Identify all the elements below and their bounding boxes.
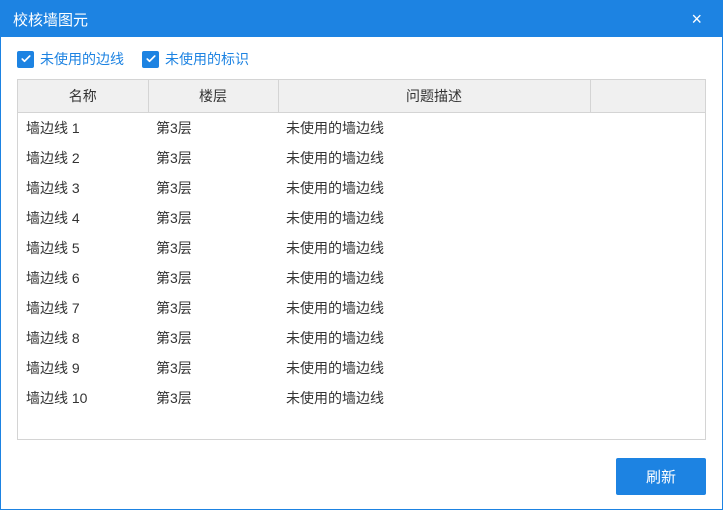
cell-name: 墙边线 7	[18, 293, 148, 323]
cell-issue: 未使用的墙边线	[278, 323, 590, 353]
table-row[interactable]: 墙边线 4第3层未使用的墙边线	[18, 203, 705, 233]
cell-issue: 未使用的墙边线	[278, 353, 590, 383]
cell-floor: 第3层	[148, 383, 278, 413]
cell-extra	[590, 323, 705, 353]
close-icon[interactable]: ×	[683, 6, 710, 32]
cell-issue: 未使用的墙边线	[278, 173, 590, 203]
checkbox-unused-edge[interactable]: 未使用的边线	[17, 49, 124, 69]
checkbox-label-unused-mark: 未使用的标识	[165, 49, 249, 69]
col-header-extra[interactable]	[590, 80, 705, 113]
footer: 刷新	[1, 448, 722, 509]
cell-issue: 未使用的墙边线	[278, 383, 590, 413]
table-row[interactable]: 墙边线 9第3层未使用的墙边线	[18, 353, 705, 383]
cell-floor: 第3层	[148, 143, 278, 173]
window-title: 校核墙图元	[13, 9, 88, 30]
cell-floor: 第3层	[148, 233, 278, 263]
cell-issue: 未使用的墙边线	[278, 113, 590, 144]
table-row[interactable]: 墙边线 1第3层未使用的墙边线	[18, 113, 705, 144]
cell-floor: 第3层	[148, 203, 278, 233]
cell-extra	[590, 173, 705, 203]
cell-floor: 第3层	[148, 173, 278, 203]
table-row[interactable]: 墙边线 7第3层未使用的墙边线	[18, 293, 705, 323]
cell-name: 墙边线 9	[18, 353, 148, 383]
issues-table: 名称 楼层 问题描述 墙边线 1第3层未使用的墙边线墙边线 2第3层未使用的墙边…	[18, 80, 705, 413]
table-row[interactable]: 墙边线 8第3层未使用的墙边线	[18, 323, 705, 353]
titlebar: 校核墙图元 ×	[1, 1, 722, 37]
cell-name: 墙边线 6	[18, 263, 148, 293]
table-row[interactable]: 墙边线 5第3层未使用的墙边线	[18, 233, 705, 263]
cell-extra	[590, 203, 705, 233]
cell-extra	[590, 383, 705, 413]
col-header-issue[interactable]: 问题描述	[278, 80, 590, 113]
content-area: 未使用的边线 未使用的标识 名称 楼层 问题描述 墙边	[1, 37, 722, 448]
filter-row: 未使用的边线 未使用的标识	[17, 49, 706, 69]
cell-name: 墙边线 8	[18, 323, 148, 353]
dialog-window: 校核墙图元 × 未使用的边线 未使用的标识 名称	[0, 0, 723, 510]
cell-floor: 第3层	[148, 323, 278, 353]
cell-floor: 第3层	[148, 353, 278, 383]
table-header-row: 名称 楼层 问题描述	[18, 80, 705, 113]
cell-extra	[590, 113, 705, 144]
check-icon	[142, 51, 159, 68]
cell-extra	[590, 233, 705, 263]
cell-issue: 未使用的墙边线	[278, 263, 590, 293]
cell-floor: 第3层	[148, 113, 278, 144]
cell-name: 墙边线 1	[18, 113, 148, 144]
cell-name: 墙边线 10	[18, 383, 148, 413]
cell-floor: 第3层	[148, 293, 278, 323]
table-row[interactable]: 墙边线 6第3层未使用的墙边线	[18, 263, 705, 293]
table-body: 墙边线 1第3层未使用的墙边线墙边线 2第3层未使用的墙边线墙边线 3第3层未使…	[18, 113, 705, 414]
cell-issue: 未使用的墙边线	[278, 233, 590, 263]
cell-name: 墙边线 5	[18, 233, 148, 263]
col-header-floor[interactable]: 楼层	[148, 80, 278, 113]
cell-floor: 第3层	[148, 263, 278, 293]
cell-extra	[590, 263, 705, 293]
cell-name: 墙边线 4	[18, 203, 148, 233]
table-row[interactable]: 墙边线 10第3层未使用的墙边线	[18, 383, 705, 413]
checkbox-unused-mark[interactable]: 未使用的标识	[142, 49, 249, 69]
cell-extra	[590, 353, 705, 383]
refresh-button[interactable]: 刷新	[616, 458, 706, 495]
cell-issue: 未使用的墙边线	[278, 143, 590, 173]
cell-name: 墙边线 3	[18, 173, 148, 203]
cell-issue: 未使用的墙边线	[278, 293, 590, 323]
cell-extra	[590, 293, 705, 323]
table-row[interactable]: 墙边线 2第3层未使用的墙边线	[18, 143, 705, 173]
cell-extra	[590, 143, 705, 173]
checkbox-label-unused-edge: 未使用的边线	[40, 49, 124, 69]
cell-issue: 未使用的墙边线	[278, 203, 590, 233]
cell-name: 墙边线 2	[18, 143, 148, 173]
table-row[interactable]: 墙边线 3第3层未使用的墙边线	[18, 173, 705, 203]
check-icon	[17, 51, 34, 68]
col-header-name[interactable]: 名称	[18, 80, 148, 113]
table-container[interactable]: 名称 楼层 问题描述 墙边线 1第3层未使用的墙边线墙边线 2第3层未使用的墙边…	[17, 79, 706, 440]
